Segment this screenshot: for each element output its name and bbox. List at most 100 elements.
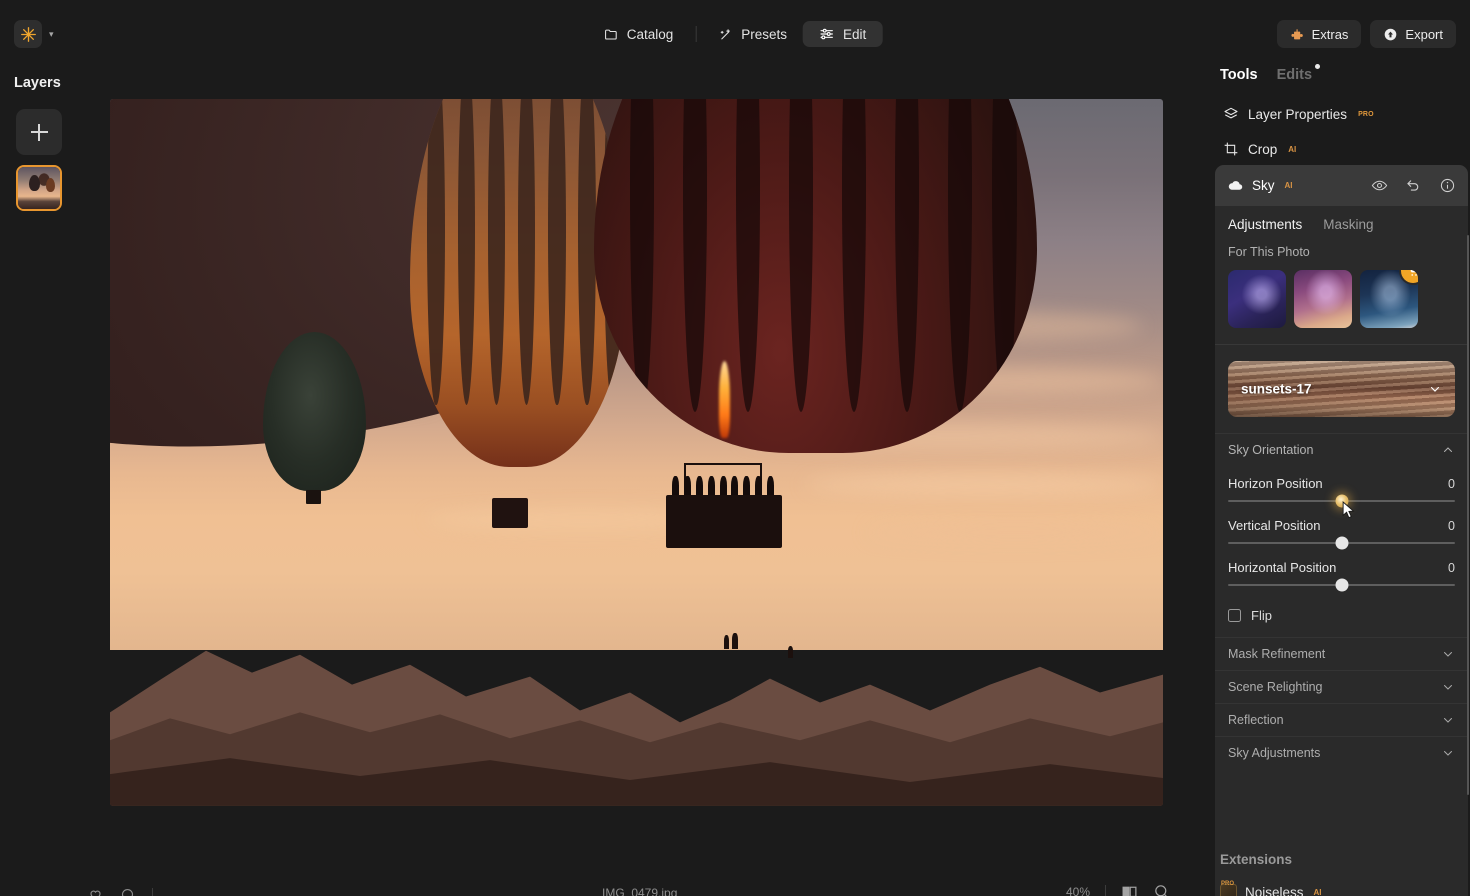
ai-badge: AI — [1284, 181, 1293, 190]
sky-preset-pink-milkyway[interactable] — [1294, 270, 1352, 328]
slider-track[interactable] — [1228, 494, 1455, 519]
section-divider — [1215, 344, 1468, 345]
tab-tools[interactable]: Tools — [1220, 67, 1258, 83]
sky-preset-purple-galaxy[interactable] — [1228, 270, 1286, 328]
burner-flame — [718, 360, 731, 439]
circle-slash-icon[interactable] — [120, 887, 135, 896]
extras-button[interactable]: Extras — [1276, 20, 1362, 48]
layers-stack-icon — [1224, 107, 1238, 119]
layer-thumbnail-selected[interactable] — [16, 165, 62, 211]
flip-checkbox[interactable] — [1228, 609, 1241, 622]
export-label: Export — [1405, 26, 1443, 42]
app-logo-button[interactable] — [14, 20, 42, 48]
balloon-green-basket — [305, 489, 321, 505]
section-sky-orientation[interactable]: Sky Orientation — [1215, 433, 1468, 466]
purchase-cart-badge[interactable] — [1401, 270, 1418, 283]
logo-chevron-down-icon[interactable]: ▾ — [49, 29, 54, 39]
chevron-down-icon — [1443, 652, 1453, 657]
slider-track[interactable] — [1228, 536, 1455, 550]
pro-badge: PRO — [1221, 881, 1235, 887]
slider-track[interactable] — [1228, 578, 1455, 592]
nav-divider — [695, 26, 697, 42]
subtab-masking[interactable]: Masking — [1323, 217, 1373, 232]
loupe-icon[interactable] — [1153, 883, 1170, 896]
for-this-photo-section: For This Photo — [1215, 241, 1468, 344]
balloon-striped-basket — [492, 498, 529, 529]
person-silhouette — [788, 646, 794, 659]
bottom-right-actions: 40% — [1066, 883, 1170, 896]
chevron-down-icon — [1443, 718, 1453, 723]
nav-presets-label: Presets — [741, 26, 788, 42]
panel-tab-bar: Tools Edits — [1220, 64, 1321, 83]
app-logo-area[interactable]: ▾ — [14, 20, 54, 48]
layer-thumbnail-image — [18, 167, 60, 209]
tool-layer-properties[interactable]: Layer Properties PRO — [1215, 101, 1463, 127]
photo-editor-app: ▾ Catalog Presets Edit Extras Export Lay… — [0, 0, 1470, 896]
puzzle-piece-icon — [1291, 28, 1303, 39]
pro-badge: PRO — [1358, 110, 1374, 118]
section-sky-adjustments[interactable]: Sky Adjustments — [1215, 736, 1468, 769]
slider-knob-vertical[interactable] — [1335, 536, 1348, 550]
section-reflection[interactable]: Reflection — [1215, 703, 1468, 736]
balloon-large-right — [594, 99, 1037, 453]
slider-vertical-position: Vertical Position 0 — [1228, 518, 1455, 550]
slider-label: Horizon Position — [1228, 476, 1323, 491]
export-button[interactable]: Export — [1370, 20, 1456, 48]
extensions-title: Extensions — [1220, 852, 1293, 867]
add-layer-button[interactable] — [16, 109, 62, 155]
sky-preset-name: sunsets-17 — [1241, 381, 1312, 397]
nav-edit[interactable]: Edit — [803, 21, 883, 47]
photo-image — [110, 99, 1163, 806]
subtab-adjustments[interactable]: Adjustments — [1228, 217, 1302, 232]
nav-catalog[interactable]: Catalog — [588, 21, 690, 47]
slider-knob-horizon[interactable] — [1335, 494, 1348, 508]
heart-icon[interactable] — [88, 887, 103, 896]
sky-tool-label: Sky — [1252, 178, 1275, 193]
slider-knob-horizontal[interactable] — [1335, 578, 1348, 592]
split-view-icon[interactable] — [1121, 884, 1138, 896]
layers-sidebar: Layers — [0, 68, 110, 896]
sky-preset-dropdown[interactable]: sunsets-17 — [1228, 361, 1455, 417]
sky-tool-actions — [1371, 177, 1456, 194]
sky-tool-header[interactable]: Sky AI — [1215, 165, 1468, 206]
photo-canvas[interactable] — [110, 99, 1163, 806]
cloud-icon — [1228, 181, 1243, 190]
sky-tool-title-group: Sky AI — [1227, 177, 1293, 194]
visibility-eye-icon[interactable] — [1371, 177, 1388, 194]
info-icon[interactable] — [1439, 177, 1456, 194]
tab-tools-label: Tools — [1220, 67, 1258, 83]
zoom-level-label[interactable]: 40% — [1066, 885, 1090, 896]
top-right-actions: Extras Export — [1276, 20, 1456, 48]
extension-noiseless[interactable]: PRO Noiseless AI — [1220, 881, 1322, 896]
sky-preset-blue-starry[interactable] — [1360, 270, 1418, 328]
canvas-area — [110, 68, 1205, 896]
reset-undo-icon[interactable] — [1405, 177, 1422, 194]
slider-horizontal-position: Horizontal Position 0 — [1228, 560, 1455, 592]
tool-crop[interactable]: Crop AI — [1215, 136, 1463, 162]
flip-option-row[interactable]: Flip — [1215, 606, 1468, 637]
sky-adjustments-label: Sky Adjustments — [1228, 746, 1321, 760]
section-scene-relighting[interactable]: Scene Relighting — [1215, 670, 1468, 703]
sky-orientation-label: Sky Orientation — [1228, 443, 1314, 457]
balloon-large-basket — [665, 494, 782, 548]
nav-edit-label: Edit — [843, 26, 867, 42]
panel-scrollbar[interactable] — [1466, 235, 1469, 795]
nav-presets[interactable]: Presets — [702, 21, 803, 47]
chevron-down-icon — [1443, 685, 1453, 690]
tab-edits-label: Edits — [1276, 67, 1313, 83]
slider-label: Vertical Position — [1228, 518, 1321, 533]
slider-header: Vertical Position 0 — [1228, 518, 1455, 533]
person-silhouette — [732, 633, 739, 650]
extras-label: Extras — [1311, 26, 1349, 42]
tab-edits[interactable]: Edits — [1276, 64, 1321, 83]
tool-crop-label: Crop — [1248, 141, 1278, 157]
section-mask-refinement[interactable]: Mask Refinement — [1215, 637, 1468, 670]
bottom-divider — [1105, 884, 1106, 896]
nav-catalog-label: Catalog — [626, 26, 674, 42]
noiseless-app-icon: PRO — [1220, 881, 1237, 896]
scene-relighting-label: Scene Relighting — [1228, 680, 1323, 694]
reflection-label: Reflection — [1228, 713, 1284, 727]
slider-value: 0 — [1448, 519, 1455, 533]
slider-value: 0 — [1448, 477, 1455, 491]
for-this-photo-label: For This Photo — [1228, 245, 1310, 259]
